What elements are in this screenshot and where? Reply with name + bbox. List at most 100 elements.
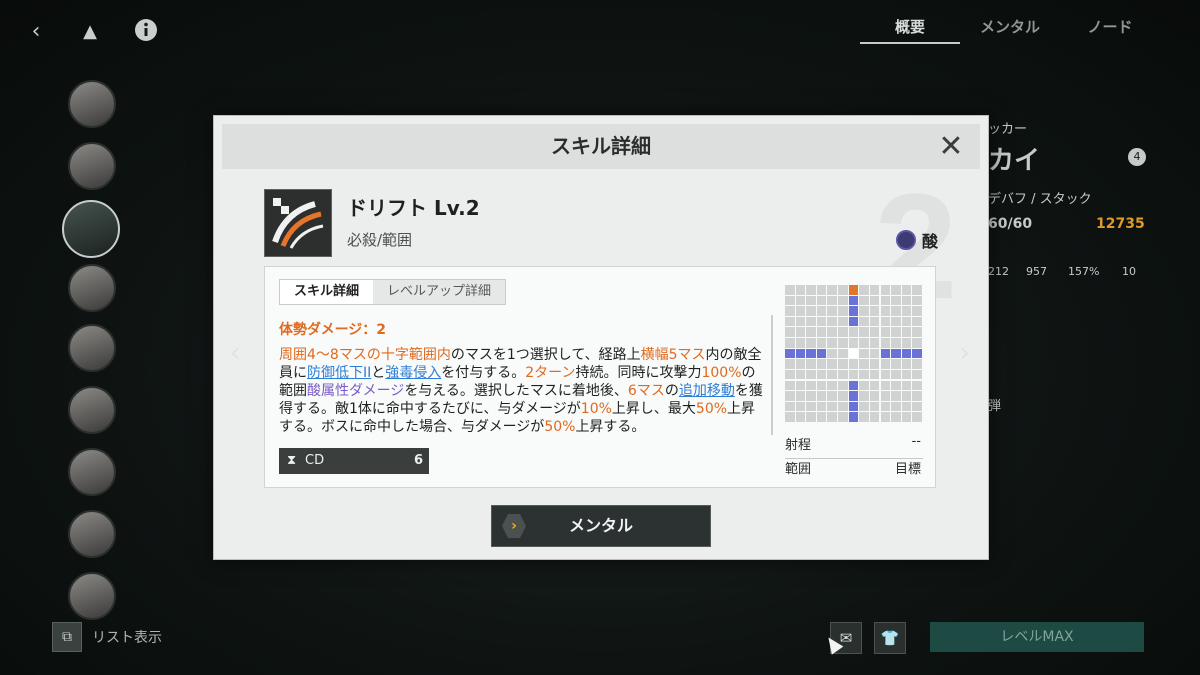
range-cell <box>816 285 827 295</box>
range-cell <box>869 401 880 412</box>
range-cell <box>859 412 869 422</box>
list-view-button[interactable]: ⧉ リスト表示 <box>52 622 162 652</box>
range-cell <box>869 327 880 337</box>
level-max-button[interactable]: レベルMAX <box>930 622 1144 652</box>
tab-overview[interactable]: 概要 <box>860 14 960 44</box>
range-cell <box>880 401 891 412</box>
range-cell <box>901 412 912 422</box>
range-cell <box>891 285 901 295</box>
character-avatar[interactable] <box>68 80 116 128</box>
info-icon[interactable] <box>132 18 160 46</box>
range-cell <box>859 306 869 316</box>
range-cell <box>838 401 848 412</box>
range-cell <box>827 306 837 316</box>
hourglass-icon: ⧗ <box>287 453 297 468</box>
range-cell <box>827 327 837 337</box>
range-cell <box>827 412 837 422</box>
range-cell <box>859 348 869 359</box>
scope-value: 目標 <box>894 462 921 477</box>
range-cell <box>912 295 922 306</box>
range-cell <box>901 391 912 401</box>
range-cell <box>838 316 848 327</box>
skill-type: 必殺/範囲 <box>347 231 413 249</box>
keyword-link[interactable]: 強毒侵入 <box>385 365 441 381</box>
range-cell <box>901 306 912 316</box>
range-cell <box>848 338 859 348</box>
range-cell-target <box>785 348 795 359</box>
range-cell <box>859 338 869 348</box>
outfit-icon[interactable]: 👕 <box>874 622 906 654</box>
range-cell <box>827 295 837 306</box>
range-cell <box>880 391 891 401</box>
range-cell <box>891 338 901 348</box>
range-cell <box>891 380 901 390</box>
range-cell <box>869 359 880 369</box>
stance-damage-label: 体勢ダメージ：2 <box>279 322 387 338</box>
range-cell <box>785 412 795 422</box>
character-avatar-selected[interactable] <box>62 200 120 258</box>
range-cell <box>880 295 891 306</box>
keyword-link[interactable]: 追加移動 <box>679 383 735 399</box>
character-avatar[interactable] <box>68 572 116 620</box>
description-text: を与える。選択したマスに着地後、 <box>404 383 628 399</box>
highlight-text: 周囲4〜8マスの十字範囲内 <box>279 347 451 363</box>
range-cell <box>838 338 848 348</box>
subtab-skill-detail[interactable]: スキル詳細 <box>280 280 374 304</box>
scope-row: 範囲 目標 <box>785 458 923 482</box>
range-cell <box>806 327 816 337</box>
range-cell <box>816 391 827 401</box>
subtab-levelup-detail[interactable]: レベルアップ詳細 <box>373 280 505 304</box>
prev-skill-icon[interactable]: ‹ <box>222 340 248 366</box>
tab-mental[interactable]: メンタル <box>960 14 1060 42</box>
mental-button[interactable]: メンタル › <box>491 505 711 547</box>
range-cell <box>859 391 869 401</box>
range-cell <box>838 369 848 380</box>
keyword-link[interactable]: 防御低下II <box>307 365 371 381</box>
character-avatar[interactable] <box>68 386 116 434</box>
weapon-label: 弾 <box>988 399 1002 414</box>
tab-node[interactable]: ノード <box>1060 14 1160 42</box>
triangle-logo-icon[interactable]: ▲ <box>76 18 104 46</box>
range-cell <box>869 380 880 390</box>
range-cell <box>859 359 869 369</box>
element-indicator: 酸 <box>896 228 938 252</box>
description-text: と <box>371 365 386 381</box>
back-icon[interactable]: ‹ <box>22 18 50 46</box>
range-cell <box>901 401 912 412</box>
character-avatar[interactable] <box>68 448 116 496</box>
range-cell <box>869 316 880 327</box>
range-cell <box>901 338 912 348</box>
character-avatar[interactable] <box>68 142 116 190</box>
range-cell-target <box>901 348 912 359</box>
next-skill-icon[interactable]: › <box>952 340 978 366</box>
range-cell <box>891 359 901 369</box>
range-cell <box>785 295 795 306</box>
modal-header: スキル詳細 ✕ <box>222 124 980 169</box>
description-scrollbar[interactable] <box>771 315 773 435</box>
range-cell <box>806 316 816 327</box>
range-cell <box>869 412 880 422</box>
range-cell-target <box>848 306 859 316</box>
range-cell <box>785 327 795 337</box>
highlight-text: 100% <box>701 365 742 381</box>
character-avatar[interactable] <box>68 264 116 312</box>
range-cell <box>880 306 891 316</box>
range-cell <box>806 295 816 306</box>
character-avatar[interactable] <box>68 510 116 558</box>
range-cell <box>827 401 837 412</box>
close-icon[interactable]: ✕ <box>936 132 966 162</box>
range-cell <box>859 327 869 337</box>
range-cell-target <box>848 295 859 306</box>
description-text: 持続。同時に攻撃力 <box>575 365 702 381</box>
range-cell <box>891 306 901 316</box>
range-cell <box>880 316 891 327</box>
range-cell <box>795 306 806 316</box>
element-label: 酸 <box>922 232 939 251</box>
character-avatar[interactable] <box>68 324 116 372</box>
range-cell-target <box>912 348 922 359</box>
range-cell <box>806 401 816 412</box>
range-cell <box>838 285 848 295</box>
range-cell <box>785 391 795 401</box>
range-cell <box>795 401 806 412</box>
range-cell <box>912 306 922 316</box>
